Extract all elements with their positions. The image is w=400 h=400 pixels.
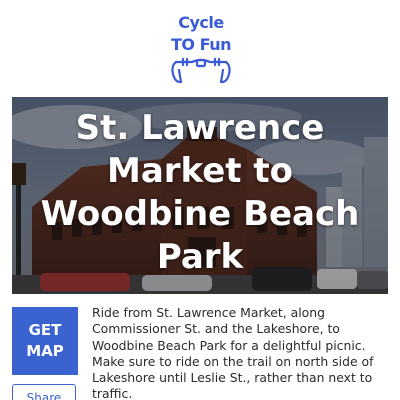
share-button[interactable]: Share [12,384,76,400]
hero-banner: St. Lawrence Market to Woodbine Beach Pa… [12,97,388,294]
route-page: Cycle TO Fun St. Lawrence Market to Wood… [0,0,400,400]
logo-text-line-2: TO Fun [171,35,232,54]
logo-text-line-1: Cycle [178,13,224,32]
handlebars-icon [171,57,231,84]
get-map-button[interactable]: GET MAP [12,307,78,375]
route-description: Ride from St. Lawrence Market, along Com… [92,305,374,400]
site-logo[interactable]: Cycle TO Fun [168,12,234,86]
route-title: St. Lawrence Market to Woodbine Beach Pa… [40,108,360,277]
